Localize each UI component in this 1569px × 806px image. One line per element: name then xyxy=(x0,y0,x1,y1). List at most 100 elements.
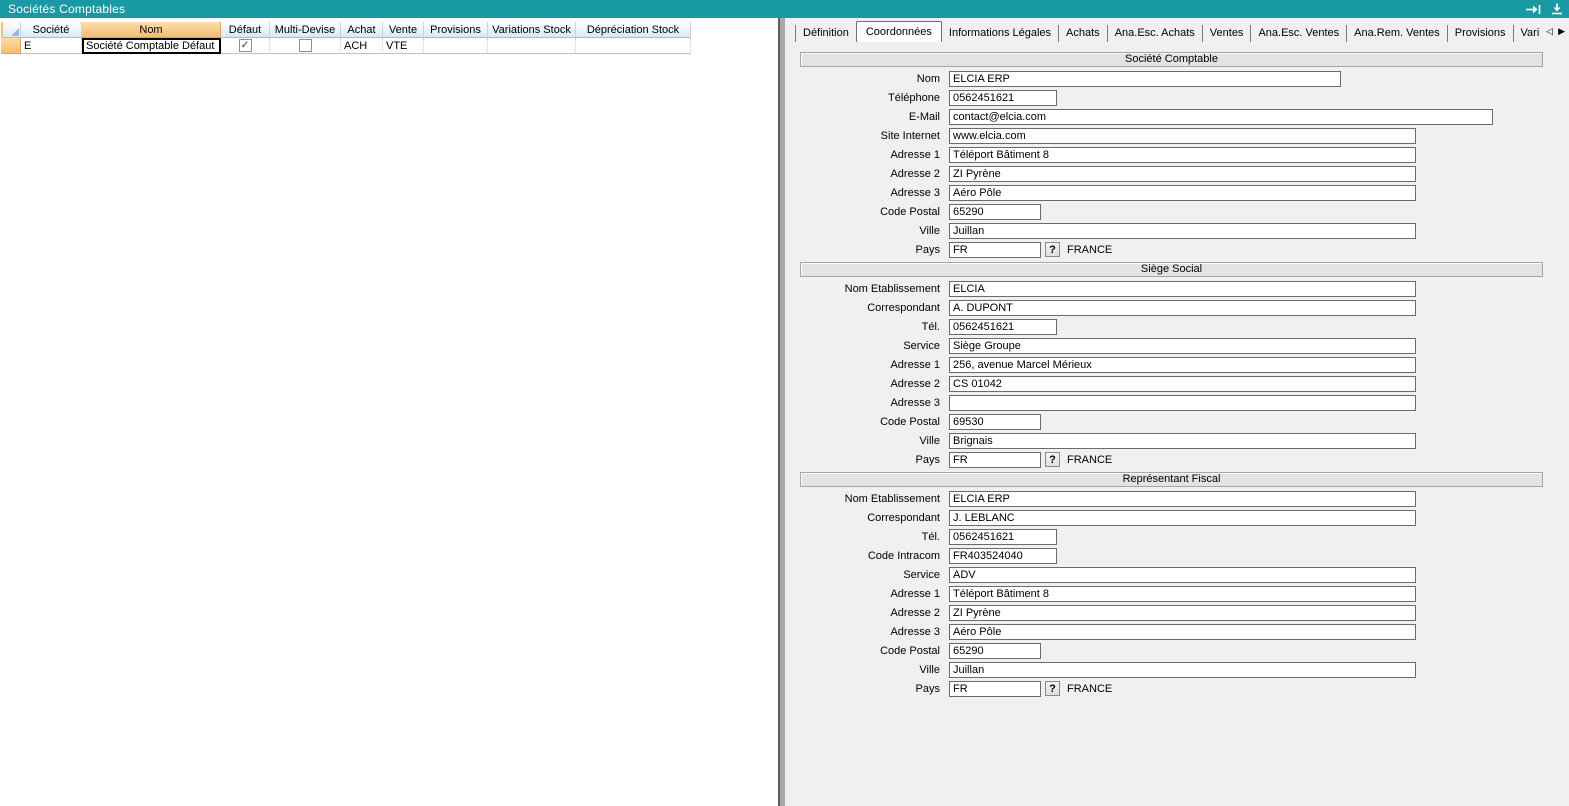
form-row: Pays?FRANCE xyxy=(800,450,1543,469)
societe-comptable-pays-label: Pays xyxy=(800,244,949,256)
cell-defaut[interactable]: ✓ xyxy=(221,38,270,54)
export-down-icon[interactable] xyxy=(1551,3,1563,15)
representant-fiscal-pays-lookup-button[interactable]: ? xyxy=(1045,681,1060,696)
form-row: Service xyxy=(800,565,1543,584)
cell-provisions[interactable] xyxy=(424,38,488,54)
representant-fiscal-code-postal-label: Code Postal xyxy=(800,645,949,657)
col-header-multi-devise[interactable]: Multi-Devise xyxy=(270,22,341,38)
societe-comptable-ville-input[interactable] xyxy=(949,223,1416,239)
siege-social-tel-input[interactable] xyxy=(949,319,1057,335)
form-row: E-Mail xyxy=(800,107,1543,126)
siege-social-service-input[interactable] xyxy=(949,338,1416,354)
form-row: Adresse 3 xyxy=(800,622,1543,641)
tab-ventes[interactable]: Ventes xyxy=(1202,25,1251,42)
siege-social-nom-etablissement-input[interactable] xyxy=(949,281,1416,297)
societe-comptable-nom-input[interactable] xyxy=(949,71,1341,87)
siege-social-correspondant-input[interactable] xyxy=(949,300,1416,316)
window-titlebar: Sociétés Comptables xyxy=(0,0,1569,18)
societes-grid: SociétéNomDéfautMulti-DeviseAchatVentePr… xyxy=(1,22,691,54)
tab-ana-rem-ventes[interactable]: Ana.Rem. Ventes xyxy=(1346,25,1447,42)
form-row: Adresse 2 xyxy=(800,603,1543,622)
form-row: Pays? FRANCE xyxy=(800,679,1543,698)
col-header-provisions[interactable]: Provisions xyxy=(424,22,488,38)
col-header-achat[interactable]: Achat xyxy=(341,22,383,38)
siege-social-ville-input[interactable] xyxy=(949,433,1416,449)
col-header-vente[interactable]: Vente xyxy=(383,22,424,38)
siege-social-pays-lookup-text: FRANCE xyxy=(1067,454,1112,466)
societe-comptable-pays-input[interactable] xyxy=(949,242,1041,258)
representant-fiscal-pays-lookup-text: FRANCE xyxy=(1067,683,1112,695)
form-row: Ville xyxy=(800,660,1543,679)
form-row: Site Internet xyxy=(800,126,1543,145)
tab-variations-de-stock[interactable]: Variations de Stock xyxy=(1513,25,1539,42)
societe-comptable-code-postal-input[interactable] xyxy=(949,204,1041,220)
representant-fiscal-code-intracom-input[interactable] xyxy=(949,548,1057,564)
societe-comptable-pays-lookup-button[interactable]: ? xyxy=(1045,242,1060,257)
form-row: Code Intracom xyxy=(800,546,1543,565)
representant-fiscal-code-intracom-label: Code Intracom xyxy=(800,550,949,562)
tab-definition[interactable]: Définition xyxy=(795,25,856,42)
col-header-societe[interactable]: Société xyxy=(21,22,82,38)
tab-ana-esc-ventes[interactable]: Ana.Esc. Ventes xyxy=(1250,25,1346,42)
grid-row[interactable]: ESociété Comptable Défaut ✓ ACHVTE xyxy=(1,38,691,54)
representant-fiscal-adresse-1-input[interactable] xyxy=(949,586,1416,602)
societe-comptable-site-internet-input[interactable] xyxy=(949,128,1416,144)
representant-fiscal-ville-label: Ville xyxy=(800,664,949,676)
siege-social-adresse-3-input[interactable] xyxy=(949,395,1416,411)
representant-fiscal-service-input[interactable] xyxy=(949,567,1416,583)
tab-scroll-right-icon[interactable]: ▶ xyxy=(1558,27,1565,36)
detail-tabstrip: DéfinitionCoordonnéesInformations Légale… xyxy=(795,21,1539,42)
siege-social-adresse-2-input[interactable] xyxy=(949,376,1416,392)
col-header-variations-stock[interactable]: Variations Stock xyxy=(488,22,576,38)
col-header-depreciation-stock[interactable]: Dépréciation Stock xyxy=(576,22,691,38)
tab-ana-esc-achats[interactable]: Ana.Esc. Achats xyxy=(1107,25,1202,42)
societe-comptable-adresse-2-input[interactable] xyxy=(949,166,1416,182)
form-row: Adresse 2 xyxy=(800,374,1543,393)
siege-social-pays-input[interactable] xyxy=(949,452,1041,468)
tab-provisions[interactable]: Provisions xyxy=(1447,25,1513,42)
societe-comptable-e-mail-input[interactable] xyxy=(949,109,1493,125)
cell-nom[interactable]: Société Comptable Défaut xyxy=(82,38,221,54)
representant-fiscal-pays-label: Pays xyxy=(800,683,949,695)
siege-social-pays-lookup-button[interactable]: ? xyxy=(1045,452,1060,467)
cell-achat[interactable]: ACH xyxy=(341,38,383,54)
representant-fiscal-tel-input[interactable] xyxy=(949,529,1057,545)
representant-fiscal-nom-etablissement-input[interactable] xyxy=(949,491,1416,507)
societe-comptable-site-internet-label: Site Internet xyxy=(800,130,949,142)
section-fields-societe-comptable: NomTéléphoneE-MailSite InternetAdresse 1… xyxy=(800,69,1543,259)
multi-devise-checkbox[interactable] xyxy=(299,39,312,52)
cell-vente[interactable]: VTE xyxy=(383,38,424,54)
col-header-defaut[interactable]: Défaut xyxy=(221,22,270,38)
cell-multi-devise[interactable] xyxy=(270,38,341,54)
representant-fiscal-code-postal-input[interactable] xyxy=(949,643,1041,659)
cell-variations-stock[interactable] xyxy=(488,38,576,54)
siege-social-adresse-1-input[interactable] xyxy=(949,357,1416,373)
form-row: Nom Etablissement xyxy=(800,279,1543,298)
cell-societe[interactable]: E xyxy=(21,38,82,54)
tab-achats[interactable]: Achats xyxy=(1058,25,1107,42)
section-fields-siege-social: Nom EtablissementCorrespondantTél.Servic… xyxy=(800,279,1543,469)
societe-comptable-ville-label: Ville xyxy=(800,225,949,237)
section-fields-representant-fiscal: Nom EtablissementCorrespondantTél.Code I… xyxy=(800,489,1543,698)
representant-fiscal-tel-label: Tél. xyxy=(800,531,949,543)
select-all-corner[interactable] xyxy=(1,22,21,38)
move-last-icon[interactable] xyxy=(1525,4,1542,15)
tab-scroll-left-icon[interactable]: ◁ xyxy=(1546,27,1553,36)
tab-informations-legales[interactable]: Informations Légales xyxy=(942,25,1058,42)
representant-fiscal-adresse-3-input[interactable] xyxy=(949,624,1416,640)
col-header-nom[interactable]: Nom xyxy=(82,22,221,38)
representant-fiscal-pays-input[interactable] xyxy=(949,681,1041,697)
representant-fiscal-adresse-2-input[interactable] xyxy=(949,605,1416,621)
row-selector[interactable] xyxy=(1,38,21,54)
cell-depreciation-stock[interactable] xyxy=(576,38,691,54)
representant-fiscal-ville-input[interactable] xyxy=(949,662,1416,678)
societe-comptable-adresse-3-input[interactable] xyxy=(949,185,1416,201)
societe-comptable-telephone-input[interactable] xyxy=(949,90,1057,106)
societe-comptable-adresse-1-input[interactable] xyxy=(949,147,1416,163)
grid-panel: SociétéNomDéfautMulti-DeviseAchatVentePr… xyxy=(0,18,778,806)
representant-fiscal-correspondant-input[interactable] xyxy=(949,510,1416,526)
tab-coordonnees[interactable]: Coordonnées xyxy=(856,21,942,42)
form-row: Code Postal xyxy=(800,412,1543,431)
defaut-checkbox[interactable]: ✓ xyxy=(239,39,252,52)
siege-social-code-postal-input[interactable] xyxy=(949,414,1041,430)
